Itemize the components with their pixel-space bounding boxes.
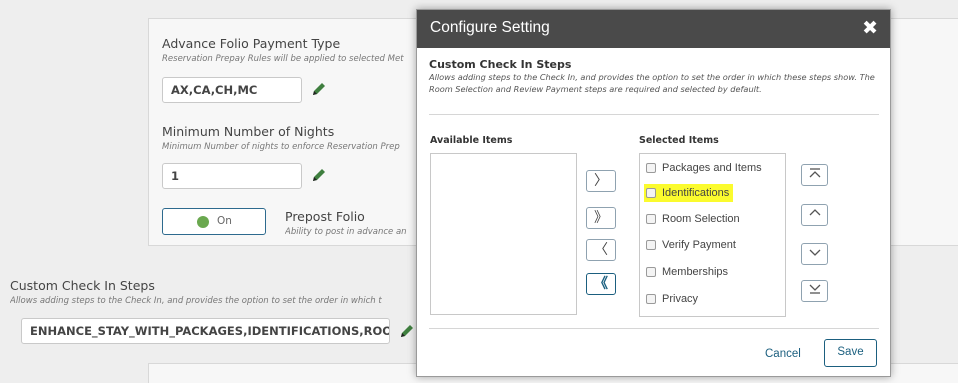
section-title: Custom Check In Steps bbox=[429, 58, 572, 71]
advance-folio-desc: Reservation Prepay Rules will be applied… bbox=[162, 54, 404, 64]
move-all-left-button[interactable]: 《 bbox=[586, 273, 616, 295]
checkbox[interactable] bbox=[646, 188, 656, 198]
available-items-label: Available Items bbox=[430, 135, 513, 146]
min-nights-desc: Minimum Number of nights to enforce Rese… bbox=[162, 142, 400, 152]
move-to-bottom-icon bbox=[809, 284, 820, 294]
list-item-label: Room Selection bbox=[662, 213, 740, 225]
move-to-top-icon bbox=[809, 168, 820, 178]
min-nights-title: Minimum Number of Nights bbox=[162, 124, 335, 139]
edit-pencil-icon[interactable] bbox=[311, 81, 327, 97]
close-icon[interactable]: ✖ bbox=[862, 18, 878, 38]
footer-divider bbox=[429, 328, 879, 329]
checkbox[interactable] bbox=[646, 163, 656, 173]
prepost-toggle[interactable]: On bbox=[162, 208, 266, 235]
configure-setting-dialog: Configure Setting ✖ Custom Check In Step… bbox=[416, 9, 891, 377]
custom-check-in-title: Custom Check In Steps bbox=[10, 278, 155, 293]
dialog-title: Configure Setting bbox=[430, 19, 550, 36]
list-item-label: Packages and Items bbox=[662, 162, 762, 174]
divider bbox=[429, 114, 879, 115]
min-nights-field[interactable]: 1 bbox=[162, 163, 302, 189]
move-down-button[interactable] bbox=[801, 243, 828, 265]
chevron-down-icon bbox=[809, 249, 820, 256]
edit-pencil-icon[interactable] bbox=[399, 323, 415, 339]
checkbox[interactable] bbox=[646, 240, 656, 250]
move-right-button[interactable]: 〉 bbox=[586, 170, 616, 192]
save-button[interactable]: Save bbox=[824, 339, 877, 367]
list-item-label: Privacy bbox=[662, 293, 699, 305]
list-item-verify-payment[interactable]: Verify Payment bbox=[646, 236, 736, 254]
cancel-button[interactable]: Cancel bbox=[765, 348, 801, 360]
list-item-label: Verify Payment bbox=[662, 239, 736, 251]
custom-check-in-field[interactable]: ENHANCE_STAY_WITH_PACKAGES,IDENTIFICATIO… bbox=[21, 318, 390, 344]
toggle-label: On bbox=[217, 215, 232, 227]
prepost-title: Prepost Folio bbox=[285, 209, 365, 224]
move-all-right-button[interactable]: 》 bbox=[586, 207, 616, 229]
edit-pencil-icon[interactable] bbox=[311, 167, 327, 183]
list-item-privacy[interactable]: Privacy bbox=[646, 290, 698, 308]
list-item-memberships[interactable]: Memberships bbox=[646, 263, 728, 281]
move-bottom-button[interactable] bbox=[801, 280, 828, 302]
checkbox[interactable] bbox=[646, 214, 656, 224]
list-item-label: Identifications bbox=[662, 187, 730, 199]
checkbox[interactable] bbox=[646, 294, 656, 304]
move-top-button[interactable] bbox=[801, 164, 828, 186]
selected-items-label: Selected Items bbox=[639, 135, 719, 146]
advance-folio-title: Advance Folio Payment Type bbox=[162, 36, 341, 51]
section-description: Allows adding steps to the Check In, and… bbox=[429, 72, 875, 94]
list-item-identifications[interactable]: Identifications bbox=[644, 184, 734, 202]
move-left-button[interactable]: 〈 bbox=[586, 239, 616, 261]
selected-items-list[interactable]: Packages and Items Identifications Room … bbox=[639, 153, 786, 317]
chevron-up-icon bbox=[809, 209, 820, 216]
dialog-header: Configure Setting ✖ bbox=[417, 10, 890, 48]
list-item-packages[interactable]: Packages and Items bbox=[646, 159, 762, 177]
toggle-on-indicator bbox=[197, 216, 209, 228]
move-up-button[interactable] bbox=[801, 204, 828, 226]
custom-check-in-desc: Allows adding steps to the Check In, and… bbox=[10, 296, 382, 306]
advance-folio-field[interactable]: AX,CA,CH,MC bbox=[162, 77, 302, 103]
available-items-list[interactable] bbox=[430, 153, 577, 315]
list-item-room-selection[interactable]: Room Selection bbox=[646, 210, 740, 228]
list-item-label: Memberships bbox=[662, 266, 729, 278]
prepost-desc: Ability to post in advance an bbox=[285, 227, 407, 237]
checkbox[interactable] bbox=[646, 267, 656, 277]
